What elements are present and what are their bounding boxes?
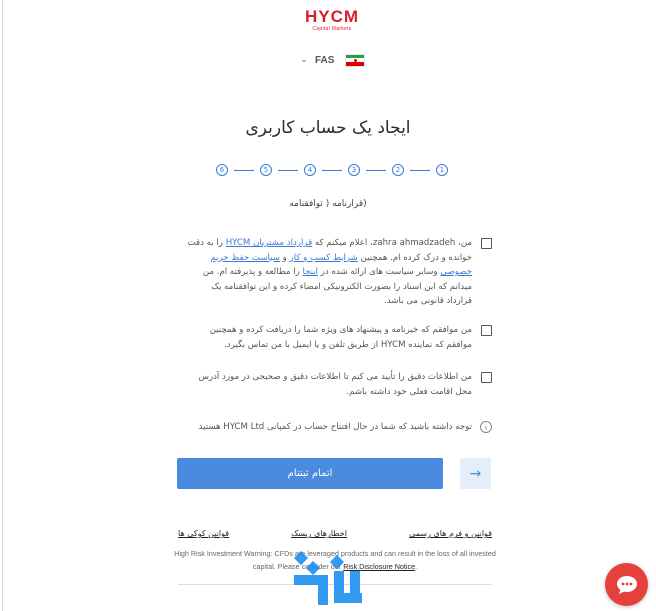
footer-link-legal-forms[interactable]: قوانین و فرم های رسمی — [409, 529, 492, 543]
address-text: من اطلاعات دقیق را تأیید می کنم تا اطلاع… — [198, 372, 472, 397]
chat-bubble-icon — [616, 575, 637, 594]
footer-link-risk-warnings[interactable]: اخطارهای ریسک — [291, 529, 347, 543]
notice-text: توجه داشته باشید که شما در حال افتتاح حس… — [198, 422, 472, 432]
page-title: ایجاد یک حساب کاربری — [245, 118, 411, 138]
language-selector[interactable]: ⌄ FAS — [297, 52, 369, 68]
step-progress: 6 5 4 3 2 1 — [216, 163, 448, 177]
iran-flag-icon — [345, 53, 365, 67]
back-button[interactable]: → — [460, 458, 491, 489]
business-terms-link[interactable]: شرایط کسب و کار — [290, 253, 358, 263]
step-6: 6 — [216, 164, 228, 176]
here-link[interactable]: اینجا — [303, 267, 319, 277]
step-connector — [278, 169, 298, 171]
step-connector — [410, 169, 430, 171]
company-notice: i توجه داشته باشید که شما در حال افتتاح … — [178, 421, 492, 433]
logo-tagline: Capital Markets — [312, 26, 352, 32]
step-5: 5 — [260, 164, 272, 176]
step-connector — [234, 169, 254, 171]
hycm-logo[interactable]: HYCM Capital Markets — [300, 7, 364, 33]
chevron-down-icon: ⌄ — [300, 55, 308, 65]
agreement-subtitle: (قرارنامه ( توافقنامه — [289, 199, 367, 209]
info-icon: i — [480, 421, 492, 433]
agreement-terms: من، zahra ahmadzadeh، اعلام میکنم که قرا… — [178, 236, 492, 309]
language-code: FAS — [315, 54, 335, 66]
step-2: 2 — [392, 164, 404, 176]
step-4: 4 — [304, 164, 316, 176]
arrow-right-icon: → — [469, 465, 482, 482]
step-1: 1 — [436, 164, 448, 176]
logo-wordmark: HYCM — [304, 7, 360, 26]
chat-button[interactable] — [605, 563, 648, 606]
agreement-newsletter: من موافقم که خبرنامه و پیشنهاد های ویژه … — [178, 323, 492, 352]
client-agreement-link[interactable]: قرارداد مشتریان HYCM — [226, 238, 313, 248]
watermark-logo-icon — [293, 550, 362, 605]
newsletter-checkbox[interactable] — [481, 325, 492, 336]
terms-text: من، zahra ahmadzadeh، اعلام میکنم که قرا… — [187, 238, 472, 306]
footer-links: قوانین و فرم های رسمی اخطارهای ریسک قوان… — [178, 529, 492, 543]
page-left-border — [2, 0, 3, 611]
step-connector — [322, 169, 342, 171]
terms-checkbox[interactable] — [481, 238, 492, 249]
footer-link-cookie-policy[interactable]: قوانین کوکی ها — [178, 529, 229, 543]
agreement-address: من اطلاعات دقیق را تأیید می کنم تا اطلاع… — [178, 370, 492, 399]
step-connector — [366, 169, 386, 171]
address-checkbox[interactable] — [481, 372, 492, 383]
step-3: 3 — [348, 164, 360, 176]
newsletter-text: من موافقم که خبرنامه و پیشنهاد های ویژه … — [209, 325, 472, 350]
user-name: zahra ahmadzadeh — [372, 238, 456, 248]
submit-registration-button[interactable]: اتمام ثبتنام — [177, 458, 443, 489]
